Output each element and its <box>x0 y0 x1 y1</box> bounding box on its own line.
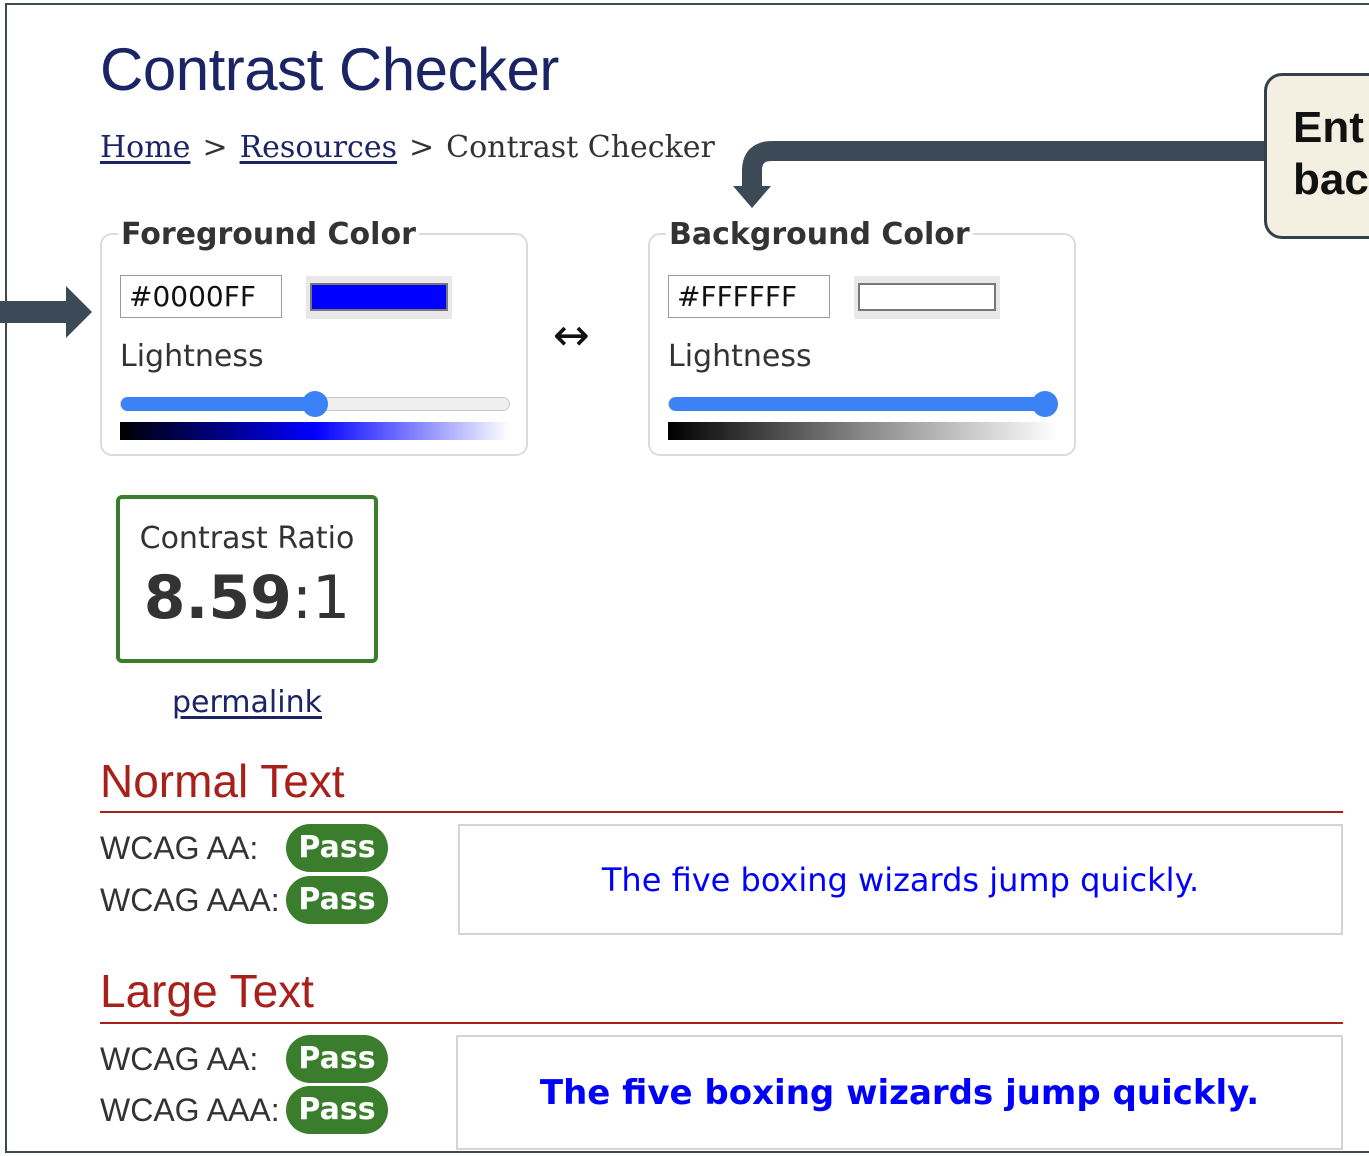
normal-text-divider <box>100 811 1343 813</box>
foreground-lightness-gradient <box>120 422 510 440</box>
annotation-callout: Ent bac <box>1264 73 1369 239</box>
contrast-ratio-number: 8.59 <box>143 563 292 633</box>
normal-text-heading: Normal Text <box>100 755 345 807</box>
background-swatch <box>858 283 996 311</box>
contrast-ratio-box: Contrast Ratio 8.59:1 <box>116 495 378 663</box>
contrast-ratio-suffix: :1 <box>291 563 351 633</box>
background-slider-fill <box>669 397 1057 411</box>
large-wcag-aa-badge: Pass <box>286 1035 388 1083</box>
foreground-lightness-slider[interactable] <box>120 391 510 417</box>
background-lightness-gradient <box>668 422 1058 440</box>
large-text-heading: Large Text <box>100 965 314 1017</box>
breadcrumb-separator: > <box>202 130 228 165</box>
background-legend: Background Color <box>666 219 973 251</box>
page-title: Contrast Checker <box>100 36 559 103</box>
breadcrumb: Home > Resources > Contrast Checker <box>100 130 715 165</box>
large-text-sample: The five boxing wizards jump quickly. <box>456 1035 1343 1150</box>
large-wcag-aaa-label: WCAG AAA: <box>100 1092 280 1128</box>
large-text-divider <box>100 1022 1343 1024</box>
foreground-color-picker[interactable] <box>306 276 452 319</box>
normal-sample-text: The five boxing wizards jump quickly. <box>601 860 1200 899</box>
large-wcag-aa-label: WCAG AA: <box>100 1041 259 1077</box>
breadcrumb-separator: > <box>409 130 435 165</box>
foreground-swatch <box>310 283 448 311</box>
background-color-panel: Background Color Lightness <box>648 219 1076 456</box>
callout-line-1: Ent <box>1293 103 1364 152</box>
normal-text-sample: The five boxing wizards jump quickly. <box>458 824 1343 935</box>
foreground-color-panel: Foreground Color Lightness <box>100 219 528 456</box>
background-slider-thumb[interactable] <box>1032 391 1059 417</box>
foreground-slider-fill <box>121 397 315 411</box>
callout-line-2: bac <box>1293 155 1369 204</box>
contrast-ratio-value: 8.59:1 <box>120 566 374 630</box>
large-wcag-aaa-badge: Pass <box>286 1086 388 1134</box>
large-sample-text: The five boxing wizards jump quickly. <box>539 1072 1260 1113</box>
foreground-lightness-label: Lightness <box>120 339 264 374</box>
foreground-hex-input[interactable] <box>120 275 282 318</box>
breadcrumb-resources-link[interactable]: Resources <box>240 130 397 165</box>
background-color-picker[interactable] <box>854 276 1000 319</box>
foreground-slider-thumb[interactable] <box>302 391 328 417</box>
background-lightness-label: Lightness <box>668 339 812 374</box>
swap-arrows-icon[interactable]: ↔ <box>553 314 590 358</box>
breadcrumb-current: Contrast Checker <box>446 130 715 165</box>
foreground-legend: Foreground Color <box>118 219 419 251</box>
breadcrumb-home-link[interactable]: Home <box>100 130 190 165</box>
background-lightness-slider[interactable] <box>668 391 1059 417</box>
permalink-link[interactable]: permalink <box>172 685 322 720</box>
normal-wcag-aaa-label: WCAG AAA: <box>100 882 280 918</box>
contrast-ratio-label: Contrast Ratio <box>139 521 355 556</box>
background-hex-input[interactable] <box>668 275 830 318</box>
normal-wcag-aa-badge: Pass <box>286 824 388 872</box>
normal-wcag-aaa-badge: Pass <box>286 876 388 924</box>
normal-wcag-aa-label: WCAG AA: <box>100 830 259 866</box>
